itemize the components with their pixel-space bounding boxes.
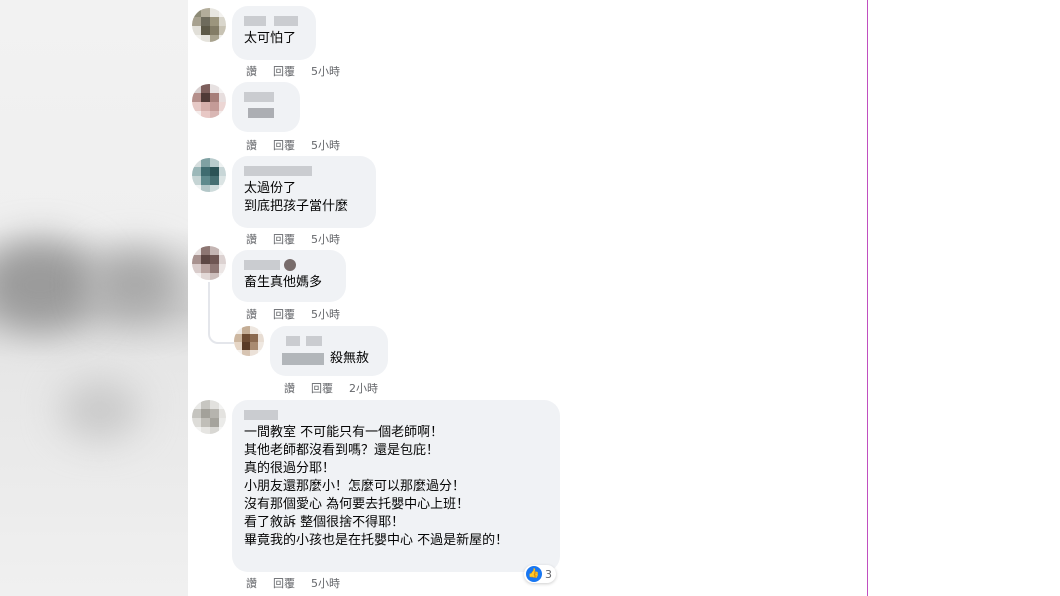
reply-button[interactable]: 回覆	[273, 308, 295, 321]
comment-actions: 讚 回覆 5小時	[246, 63, 340, 79]
comment-bubble: 一間教室 不可能只有一個老師啊！ 其他老師都沒看到嗎？還是包庇！ 真的很過分耶！…	[232, 400, 560, 572]
avatar[interactable]	[192, 158, 226, 192]
like-button[interactable]: 讚	[284, 382, 295, 395]
comment-text: 看了敘訴 整個很捨不得耶！	[244, 515, 405, 530]
comment-text-blurred	[244, 106, 288, 120]
blur-shape	[90, 250, 180, 320]
author-name-blurred[interactable]	[244, 14, 304, 28]
emoji-icon	[284, 259, 296, 271]
timestamp[interactable]: 5小時	[311, 65, 340, 78]
avatar[interactable]	[192, 246, 226, 280]
avatar[interactable]	[192, 84, 226, 118]
comment-bubble	[232, 82, 300, 132]
timestamp[interactable]: 5小時	[311, 308, 340, 321]
blurred-background-left	[0, 0, 188, 596]
reply-button[interactable]: 回覆	[273, 233, 295, 246]
reaction-count: 3	[545, 567, 552, 581]
author-name-blurred[interactable]	[244, 258, 334, 272]
blur-shape	[0, 240, 100, 330]
comment-actions: 讚 回覆 2小時	[284, 380, 378, 396]
reply-button[interactable]: 回覆	[311, 382, 333, 395]
comment-text: 畜生真他媽多	[244, 275, 323, 290]
avatar[interactable]	[192, 400, 226, 434]
author-name-blurred[interactable]	[244, 408, 548, 422]
comment-text: 畢竟我的小孩也是在托嬰中心 不過是新屋的！	[244, 533, 509, 548]
comment-actions: 讚 回覆 5小時	[246, 137, 340, 153]
comment-text: 殺無赦	[282, 350, 376, 368]
comments-feed: 太可怕了 讚回覆 5小時 讚回覆 5小時 太過份了 到底把孩子當什麼 讚 回覆 …	[188, 0, 868, 596]
comment-text: 到底把孩子當什麼	[244, 199, 349, 214]
timestamp[interactable]: 5小時	[311, 139, 340, 152]
comment-actions: 讚 回覆 5小時	[246, 231, 340, 247]
comment-bubble: 殺無赦	[270, 326, 388, 376]
blurred-mention	[282, 353, 324, 365]
avatar[interactable]	[192, 8, 226, 42]
like-button[interactable]: 讚	[246, 65, 257, 78]
timestamp[interactable]: 5小時	[311, 577, 340, 590]
comment-text: 小朋友還那麼小！怎麼可以那麼過分！	[244, 479, 466, 494]
comment-bubble: 畜生真他媽多	[232, 250, 346, 302]
comment-bubble: 太可怕了	[232, 6, 316, 60]
comment-text: 真的很過分耶！	[244, 461, 336, 476]
author-name-blurred[interactable]	[244, 90, 288, 104]
like-button[interactable]: 讚	[246, 577, 257, 590]
like-button[interactable]: 讚	[246, 139, 257, 152]
comment-actions: 讚 回覆 5小時	[246, 575, 340, 591]
timestamp[interactable]: 5小時	[311, 233, 340, 246]
thumbs-up-icon: 👍	[526, 566, 542, 582]
timestamp[interactable]: 2小時	[349, 382, 378, 395]
comment-text: 沒有那個愛心 為何要去托嬰中心上班！	[244, 497, 470, 512]
reply-button[interactable]: 回覆	[273, 577, 295, 590]
reaction-summary[interactable]: 👍 3	[524, 565, 556, 583]
avatar[interactable]	[234, 326, 264, 356]
reply-button[interactable]: 回覆	[273, 65, 295, 78]
right-border-line	[867, 0, 868, 596]
comment-text: 其他老師都沒看到嗎？還是包庇！	[244, 443, 440, 458]
like-button[interactable]: 讚	[246, 233, 257, 246]
reply-button[interactable]: 回覆	[273, 139, 295, 152]
like-button[interactable]: 讚	[246, 308, 257, 321]
author-name-blurred[interactable]	[244, 164, 364, 178]
comment-text: 太過份了	[244, 181, 297, 196]
comment-actions: 讚 回覆 5小時	[246, 306, 340, 322]
comment-bubble: 太過份了 到底把孩子當什麼	[232, 156, 376, 228]
blur-shape	[60, 380, 140, 440]
comment-text: 太可怕了	[244, 31, 297, 46]
reply-thread-line	[208, 282, 234, 344]
comment-text: 一間教室 不可能只有一個老師啊！	[244, 425, 444, 440]
author-name-blurred[interactable]	[282, 334, 376, 348]
